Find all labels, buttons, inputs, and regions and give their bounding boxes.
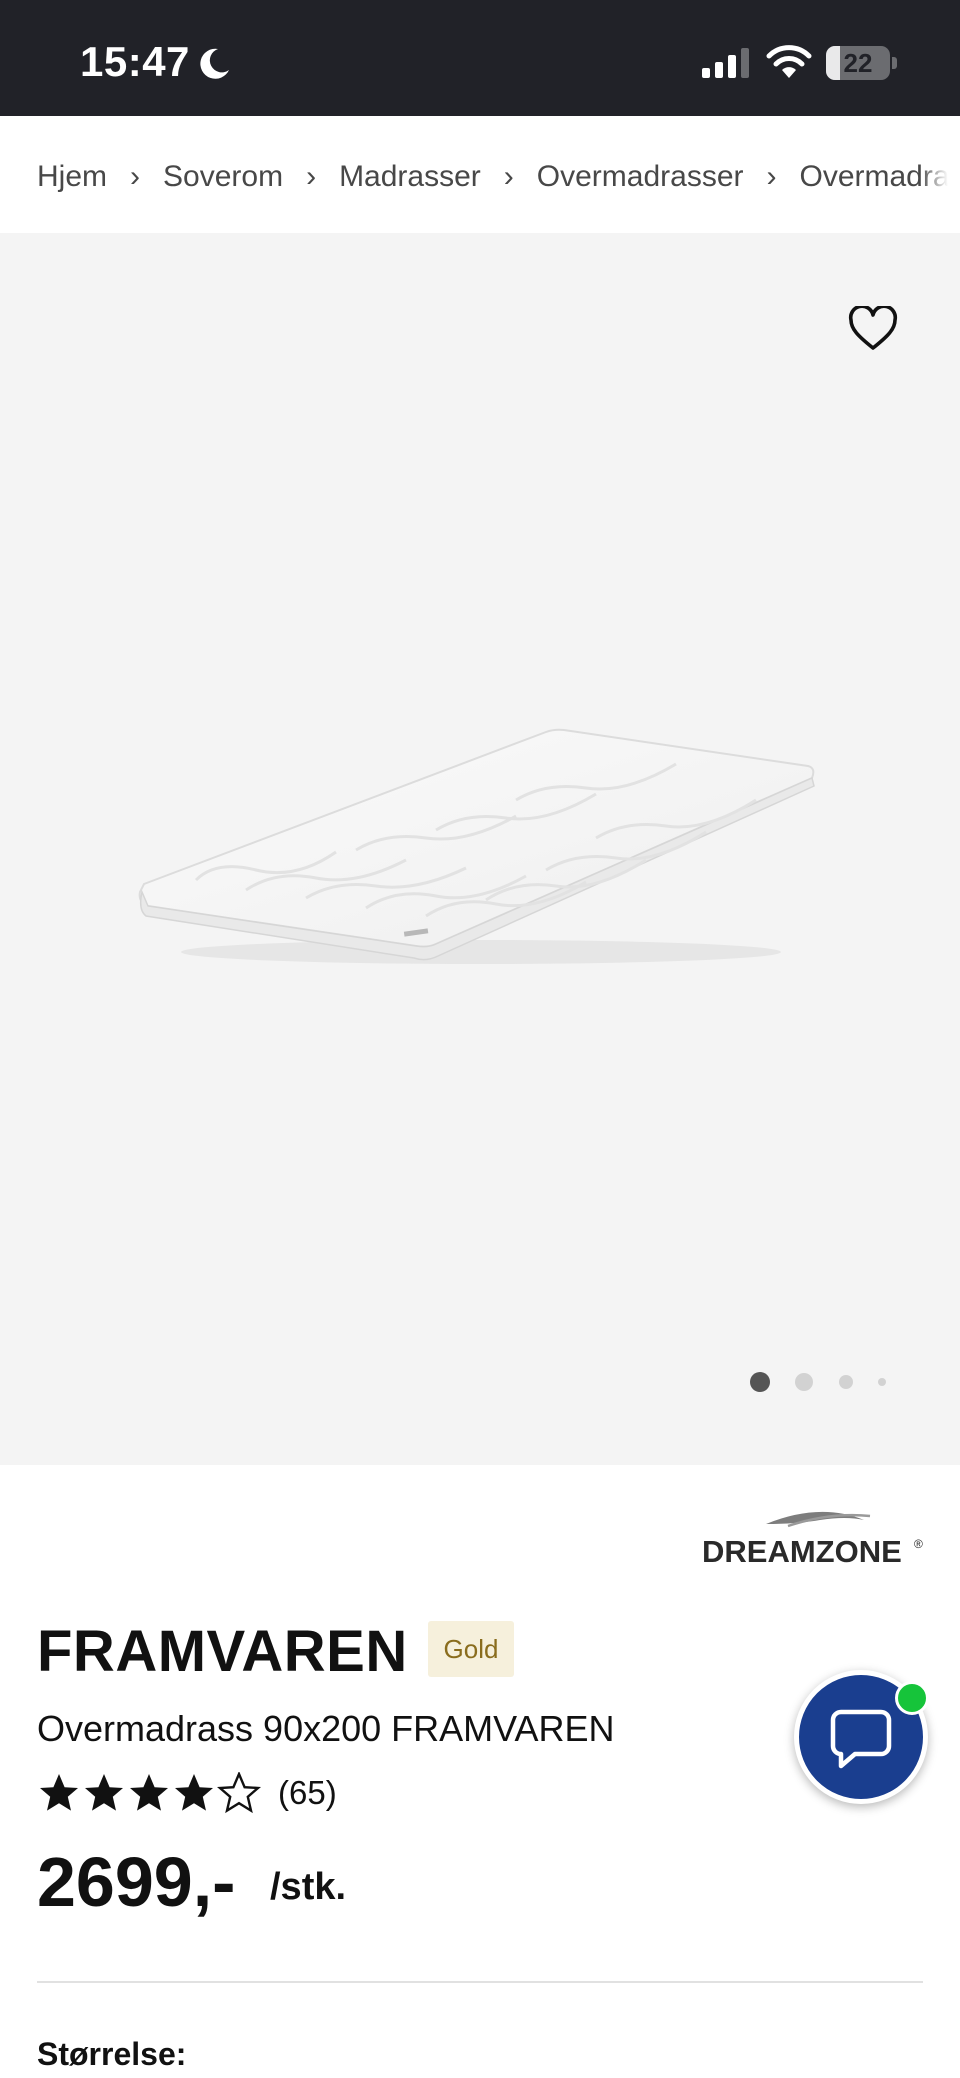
breadcrumb-item-madrasser[interactable]: Madrasser bbox=[339, 160, 481, 194]
battery-level: 22 bbox=[843, 48, 873, 78]
divider bbox=[37, 1981, 923, 1983]
chat-bubble-icon bbox=[830, 1709, 892, 1769]
pagination-dot[interactable] bbox=[839, 1375, 853, 1389]
brand-name: DREAMZONE bbox=[702, 1534, 902, 1569]
status-time: 15:47 bbox=[80, 38, 190, 85]
online-status-dot bbox=[895, 1681, 929, 1715]
star-filled-icon bbox=[175, 1774, 213, 1811]
breadcrumb: Hjem › Soverom › Madrasser › Overmadrass… bbox=[0, 122, 960, 232]
star-filled-icon bbox=[130, 1774, 168, 1811]
gallery-pagination bbox=[0, 1370, 960, 1394]
pagination-dot[interactable] bbox=[750, 1372, 770, 1392]
chat-button[interactable] bbox=[794, 1670, 929, 1804]
breadcrumb-item-soverom[interactable]: Soverom bbox=[163, 160, 283, 194]
moon-icon bbox=[200, 48, 229, 79]
chevron-right-icon: › bbox=[130, 160, 141, 193]
product-image-mattress bbox=[138, 728, 815, 964]
chevron-right-icon: › bbox=[503, 160, 514, 193]
star-filled-icon bbox=[85, 1774, 123, 1811]
heart-icon[interactable] bbox=[848, 306, 898, 352]
status-bar: 15:47 22 bbox=[0, 0, 960, 116]
wifi-icon bbox=[766, 45, 812, 78]
price-unit: /stk. bbox=[270, 1866, 347, 1908]
breadcrumb-item-hjem[interactable]: Hjem bbox=[37, 160, 107, 194]
size-label: Størrelse: bbox=[37, 2036, 187, 2072]
battery-icon: 22 bbox=[826, 46, 898, 80]
product-name: FRAMVAREN bbox=[37, 1619, 408, 1684]
breadcrumb-item-overmadrasser[interactable]: Overmadrasser bbox=[537, 160, 744, 194]
pagination-dot[interactable] bbox=[795, 1373, 813, 1391]
brand-logo: DREAMZONE ® bbox=[702, 1511, 923, 1569]
star-filled-icon bbox=[40, 1774, 78, 1811]
product-rating[interactable]: (65) bbox=[37, 1770, 337, 1816]
star-empty-icon bbox=[217, 1772, 261, 1814]
pagination-dot[interactable] bbox=[878, 1378, 886, 1386]
product-badge: Gold bbox=[428, 1621, 514, 1677]
review-count[interactable]: (65) bbox=[278, 1774, 337, 1812]
chevron-right-icon: › bbox=[766, 160, 777, 193]
chevron-right-icon: › bbox=[306, 160, 317, 193]
brand-registered-mark: ® bbox=[914, 1537, 923, 1551]
product-subtitle: Overmadrass 90x200 FRAMVAREN bbox=[37, 1708, 615, 1749]
signal-icon bbox=[702, 48, 749, 78]
product-price: 2699,- bbox=[37, 1843, 236, 1921]
